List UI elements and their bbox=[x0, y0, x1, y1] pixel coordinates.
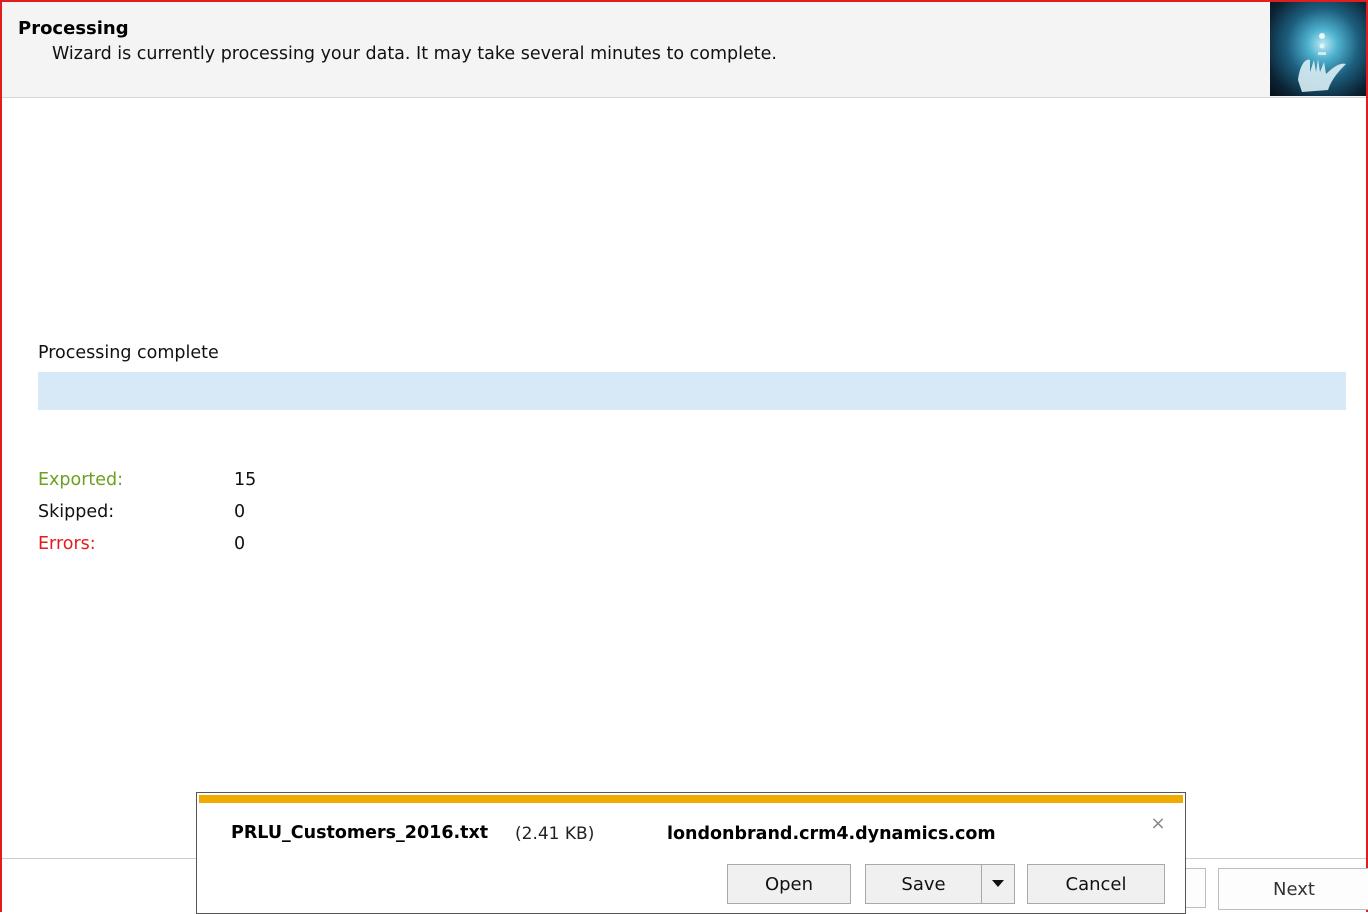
skipped-value: 0 bbox=[234, 502, 246, 522]
skipped-label: Skipped: bbox=[38, 502, 115, 522]
wizard-header: Processing Wizard is currently processin… bbox=[2, 2, 1366, 98]
close-icon[interactable]: × bbox=[1149, 815, 1167, 833]
open-button[interactable]: Open bbox=[727, 864, 851, 904]
download-filename: PRLU_Customers_2016.txt bbox=[231, 823, 489, 843]
chevron-down-icon bbox=[992, 880, 1004, 887]
download-host: londonbrand.crm4.dynamics.com bbox=[667, 824, 996, 844]
save-options-button[interactable] bbox=[981, 864, 1015, 904]
cancel-button[interactable]: Cancel bbox=[1027, 864, 1165, 904]
progress-bar-fill bbox=[38, 372, 1346, 410]
exported-value: 15 bbox=[234, 470, 257, 490]
download-bar-accent bbox=[199, 795, 1183, 803]
exported-label: Exported: bbox=[38, 470, 124, 490]
errors-value: 0 bbox=[234, 534, 246, 554]
page-title: Processing bbox=[18, 18, 129, 39]
download-file-size: (2.41 KB) bbox=[515, 824, 595, 844]
errors-label: Errors: bbox=[38, 534, 96, 554]
next-button[interactable]: Next bbox=[1218, 868, 1368, 910]
page-subtitle: Wizard is currently processing your data… bbox=[52, 44, 777, 64]
save-button[interactable]: Save bbox=[865, 864, 981, 904]
progress-bar bbox=[38, 372, 1346, 410]
wizard-banner-image bbox=[1270, 2, 1366, 96]
download-notification-bar: PRLU_Customers_2016.txt (2.41 KB) london… bbox=[196, 792, 1186, 914]
wizard-frame bbox=[0, 0, 1368, 912]
progress-label: Processing complete bbox=[38, 343, 219, 363]
